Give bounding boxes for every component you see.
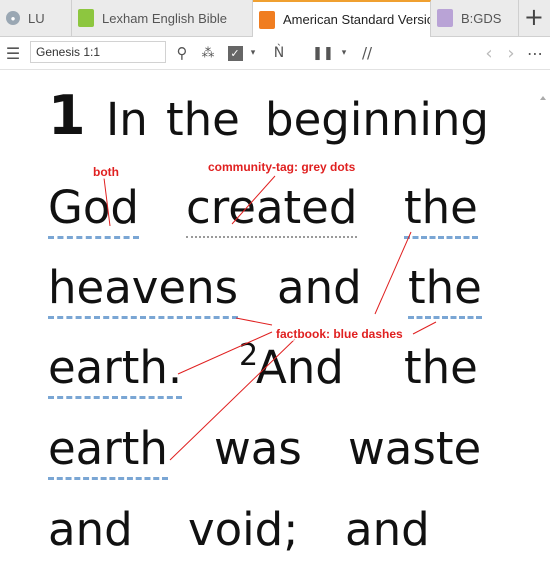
arrow-factbook-the	[374, 231, 412, 315]
arrow-factbook-earth2	[169, 338, 296, 461]
annotation-both: both	[93, 165, 119, 179]
arrow-factbook-heavens	[235, 317, 273, 326]
annotation-factbook: factbook: blue dashes	[276, 327, 403, 341]
arrow-both	[103, 177, 111, 227]
annotation-community-tag: community-tag: grey dots	[208, 160, 356, 174]
arrow-factbook-the3	[412, 321, 437, 335]
arrow-factbook-earth1	[177, 331, 273, 375]
arrow-community	[231, 175, 276, 225]
annotation-arrows	[103, 175, 437, 461]
